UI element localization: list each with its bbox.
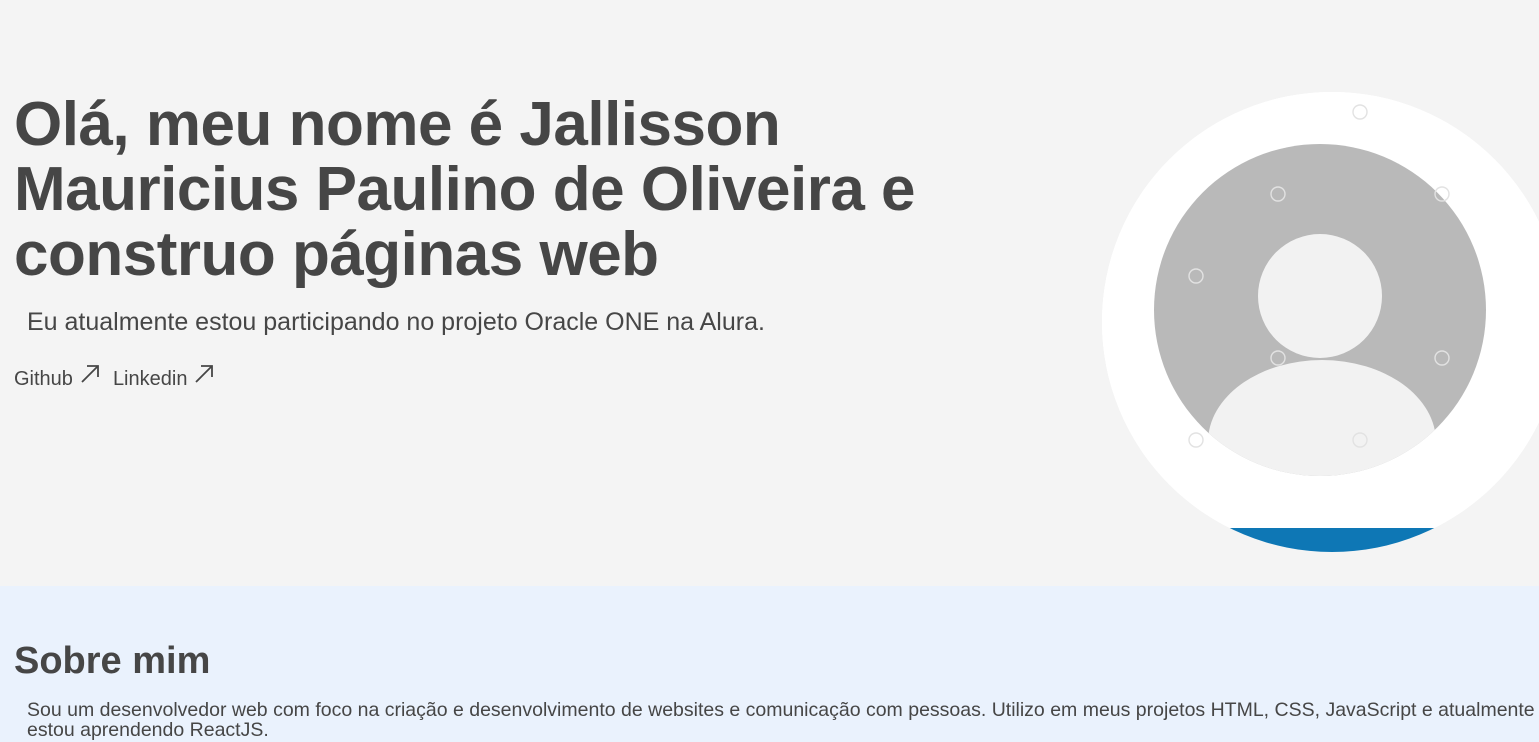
hero-subtitle: Eu atualmente estou participando no proj… [27, 308, 765, 336]
github-link[interactable]: Github [14, 360, 101, 398]
profile-picture [1102, 92, 1539, 552]
arrow-up-right-icon [79, 360, 101, 383]
hero-section: Olá, meu nome é Jallisson Mauricius Paul… [0, 0, 1539, 586]
about-section: Sobre mim Sou um desenvolvedor web com f… [0, 586, 1539, 742]
github-link-label: Github [14, 368, 73, 390]
user-avatar-icon [1102, 92, 1539, 552]
about-title: Sobre mim [14, 640, 211, 682]
about-text: Sou um desenvolvedor web com foco na cri… [27, 699, 1535, 741]
arrow-up-right-icon [193, 360, 215, 383]
linkedin-link[interactable]: Linkedin [113, 360, 216, 398]
linkedin-link-label: Linkedin [112, 368, 188, 390]
social-links: Github Linkedin [14, 360, 215, 398]
hero-title: Olá, meu nome é Jallisson Mauricius Paul… [14, 90, 916, 289]
